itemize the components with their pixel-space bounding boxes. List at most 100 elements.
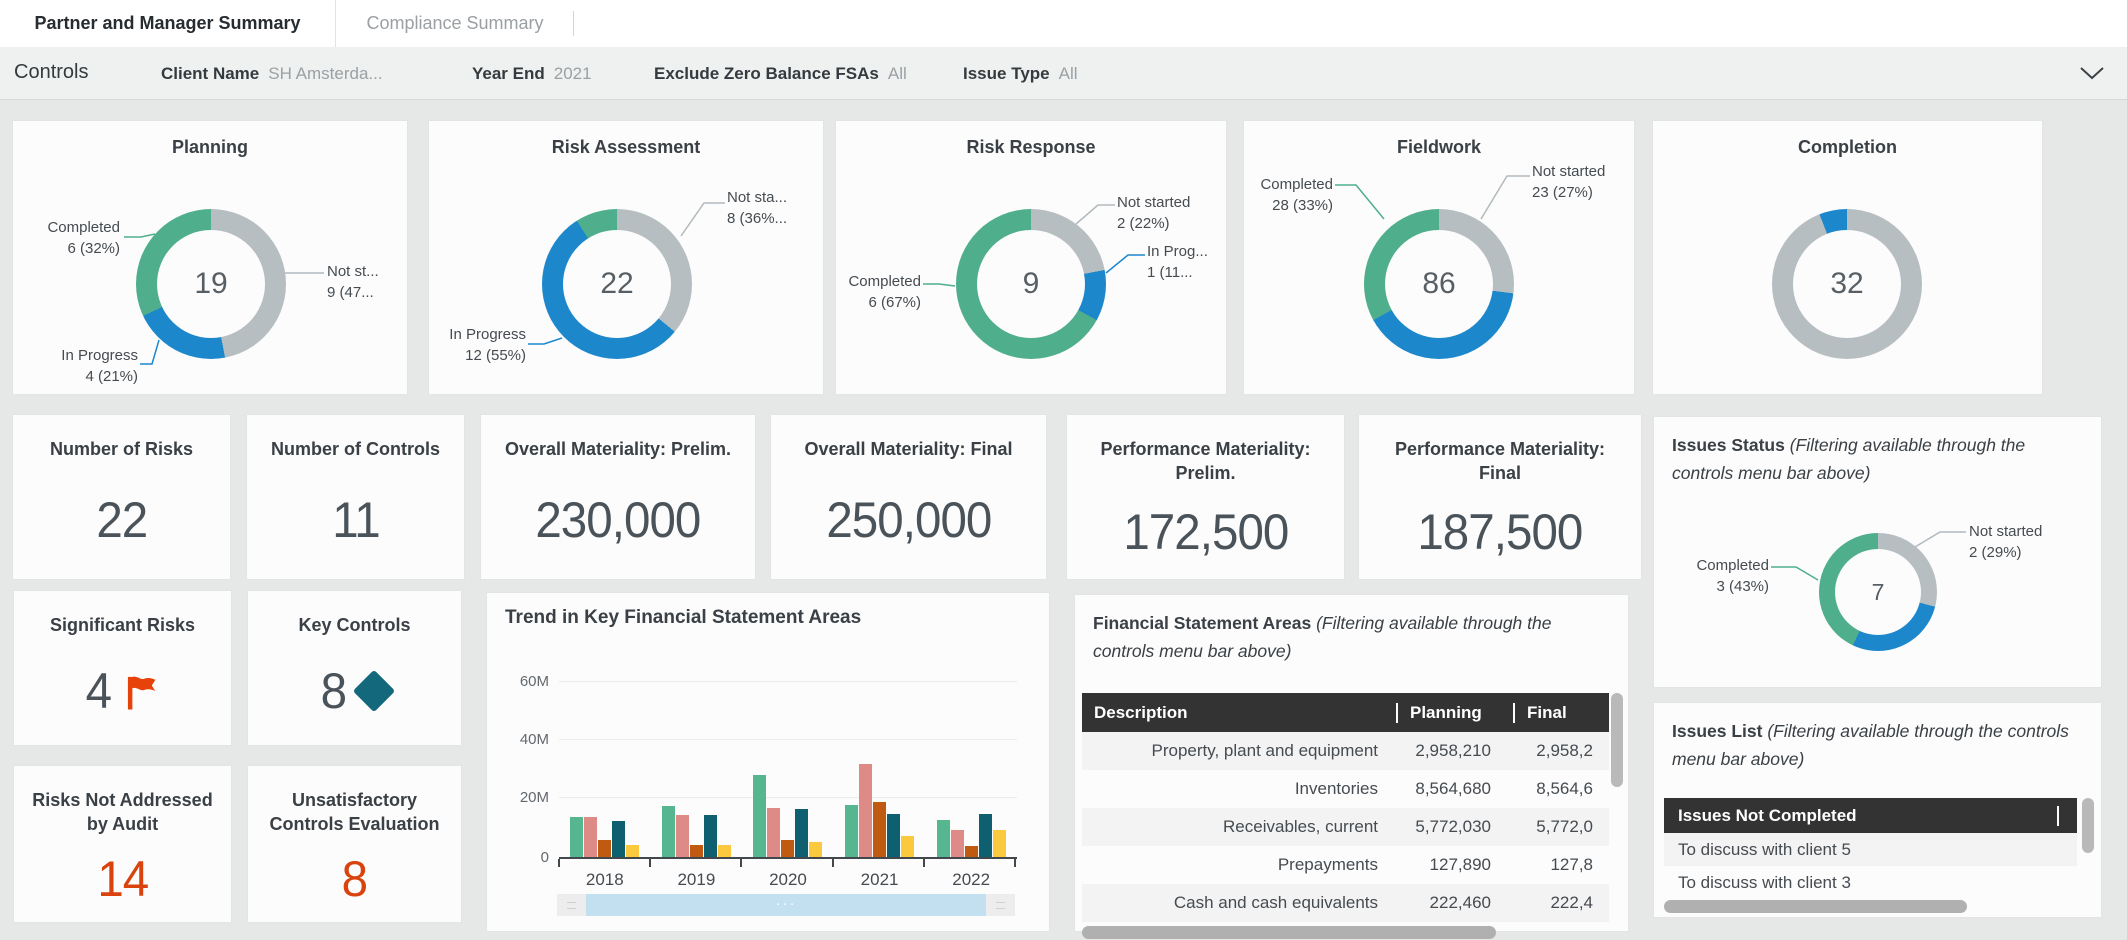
- callout-not-started: Not started 23 (27%): [1532, 161, 1632, 203]
- filter-issue-type[interactable]: Issue Type All: [963, 64, 1078, 84]
- column-header-planning[interactable]: Planning: [1398, 703, 1515, 723]
- table-row[interactable]: To discuss with client 3: [1664, 866, 2077, 899]
- title-bold: Issues List: [1672, 721, 1762, 741]
- trend-chart-card: Trend in Key Financial Statement Areas 6…: [486, 592, 1050, 932]
- table-row[interactable]: Property, plant and equipment2,958,2102,…: [1082, 732, 1609, 770]
- bar-series-yellow-2022[interactable]: [993, 830, 1006, 858]
- callout-label: Not started: [1532, 161, 1632, 182]
- bar-series-orange-2020[interactable]: [781, 840, 794, 858]
- axis-tick: [649, 859, 651, 867]
- tab-partner-and-manager-summary[interactable]: Partner and Manager Summary: [0, 0, 336, 47]
- slider-left-handle[interactable]: [557, 894, 586, 916]
- planning-card: Planning 19 Completed 6 (32%) In Progres…: [12, 120, 408, 395]
- kpi-title: Overall Materiality: Final: [786, 437, 1030, 461]
- planning-donut-chart[interactable]: 19: [136, 209, 286, 359]
- fieldwork-donut-chart[interactable]: 86: [1364, 209, 1514, 359]
- bar-series-green-2020[interactable]: [753, 775, 766, 858]
- filter-label: Client Name: [161, 64, 259, 84]
- bar-series-green-2019[interactable]: [662, 806, 675, 858]
- issues-status-donut-chart[interactable]: 7: [1819, 533, 1937, 651]
- table-cell: 2,958,210: [1394, 741, 1507, 761]
- filter-client-name[interactable]: Client Name SH Amsterda...: [161, 64, 383, 84]
- bar-series-green-2018[interactable]: [570, 817, 583, 858]
- bar-series-pink-2018[interactable]: [584, 817, 597, 858]
- bar-series-yellow-2018[interactable]: [626, 845, 639, 858]
- table-row[interactable]: To discuss with client 5: [1664, 833, 2077, 866]
- table-cell: Inventories: [1082, 779, 1394, 799]
- table-row[interactable]: Cash and cash equivalents222,460222,4: [1082, 884, 1609, 922]
- bar-series-teal-2022[interactable]: [979, 814, 992, 858]
- column-header-description[interactable]: Description: [1082, 703, 1398, 723]
- bar-series-orange-2019[interactable]: [690, 845, 703, 858]
- column-header-issues-not-completed[interactable]: Issues Not Completed: [1664, 806, 2059, 826]
- bar-series-pink-2021[interactable]: [859, 764, 872, 858]
- bar-group-2021: [834, 593, 926, 858]
- fieldwork-card: Fieldwork 86 Completed 28 (33%) Not star…: [1243, 120, 1635, 395]
- slider-right-handle[interactable]: [986, 894, 1015, 916]
- callout-label: Completed: [844, 271, 921, 292]
- x-axis-label: 2021: [834, 870, 926, 890]
- vertical-scrollbar[interactable]: [1611, 693, 1623, 787]
- bar-series-yellow-2021[interactable]: [901, 836, 914, 858]
- bar-series-pink-2019[interactable]: [676, 815, 689, 858]
- completion-donut-chart[interactable]: 32: [1772, 209, 1922, 359]
- callout-label: Not st...: [327, 261, 407, 282]
- callout-label: Completed: [1252, 174, 1333, 195]
- axis-tick: [923, 859, 925, 867]
- table-row[interactable]: Prepayments127,890127,8: [1082, 846, 1609, 884]
- filter-label: Year End: [472, 64, 545, 84]
- chevron-down-icon[interactable]: [2079, 66, 2105, 81]
- axis-tick: [740, 859, 742, 867]
- bar-series-yellow-2020[interactable]: [809, 842, 822, 858]
- performance-materiality-final-card: Performance Materiality: Final 187,500: [1358, 414, 1642, 580]
- bar-series-teal-2021[interactable]: [887, 814, 900, 858]
- bar-series-green-2021[interactable]: [845, 805, 858, 858]
- table-row[interactable]: Inventories8,564,6808,564,6: [1082, 770, 1609, 808]
- bar-plot-area: [559, 593, 1017, 858]
- table-cell: Cash and cash equivalents: [1082, 893, 1394, 913]
- bar-group-2022: [925, 593, 1017, 858]
- donut-total: 22: [542, 209, 692, 359]
- bar-series-green-2022[interactable]: [937, 820, 950, 858]
- horizontal-scrollbar[interactable]: [1082, 926, 1496, 939]
- bar-series-orange-2021[interactable]: [873, 802, 886, 858]
- number-of-controls-card: Number of Controls 11: [246, 414, 465, 580]
- card-title: Completion: [1653, 137, 2042, 158]
- bar-series-pink-2022[interactable]: [951, 830, 964, 858]
- horizontal-scrollbar[interactable]: [1664, 900, 1967, 913]
- filter-year-end[interactable]: Year End 2021: [472, 64, 592, 84]
- risk-response-donut-chart[interactable]: 9: [956, 209, 1106, 359]
- table-row[interactable]: Receivables, current5,772,0305,772,0: [1082, 808, 1609, 846]
- axis-tick: [1014, 859, 1016, 867]
- table-cell: 222,4: [1507, 893, 1609, 913]
- bar-series-orange-2018[interactable]: [598, 840, 611, 858]
- bar-series-teal-2019[interactable]: [704, 815, 717, 858]
- bar-series-teal-2018[interactable]: [612, 821, 625, 858]
- x-axis-line: [559, 857, 1017, 859]
- kpi-value: 250,000: [826, 491, 991, 549]
- y-axis-label: 40M: [501, 731, 549, 748]
- tab-compliance-summary[interactable]: Compliance Summary: [336, 0, 574, 47]
- slider-track[interactable]: ···: [586, 894, 986, 916]
- vertical-scrollbar[interactable]: [2082, 798, 2094, 853]
- table-cell: 8,564,680: [1394, 779, 1507, 799]
- risk-assessment-donut-chart[interactable]: 22: [542, 209, 692, 359]
- filter-exclude-zero-balance-fsas[interactable]: Exclude Zero Balance FSAs All: [654, 64, 907, 84]
- table-cell: 8,564,6: [1507, 779, 1609, 799]
- fsa-table-body: Property, plant and equipment2,958,2102,…: [1082, 732, 1609, 922]
- table-cell: 127,890: [1394, 855, 1507, 875]
- bar-series-pink-2020[interactable]: [767, 808, 780, 858]
- issues-status-title: Issues Status (Filtering available throu…: [1672, 431, 2085, 487]
- column-header-final[interactable]: Final: [1515, 703, 1609, 723]
- callout-value: 2 (22%): [1117, 213, 1222, 234]
- callout-label: In Prog...: [1147, 241, 1227, 262]
- donut-total: 32: [1772, 209, 1922, 359]
- risk-response-card: Risk Response 9 Not started 2 (22%) In P…: [835, 120, 1227, 395]
- bar-series-yellow-2019[interactable]: [718, 845, 731, 858]
- bar-series-teal-2020[interactable]: [795, 809, 808, 858]
- callout-completed: Completed 28 (33%): [1252, 174, 1333, 216]
- unsatisfactory-controls-card: Unsatisfactory Controls Evaluation 8: [247, 765, 462, 923]
- issues-list-title: Issues List (Filtering available through…: [1672, 717, 2085, 773]
- fsa-table: Description Planning Final Property, pla…: [1082, 693, 1609, 922]
- table-cell: 2,958,2: [1507, 741, 1609, 761]
